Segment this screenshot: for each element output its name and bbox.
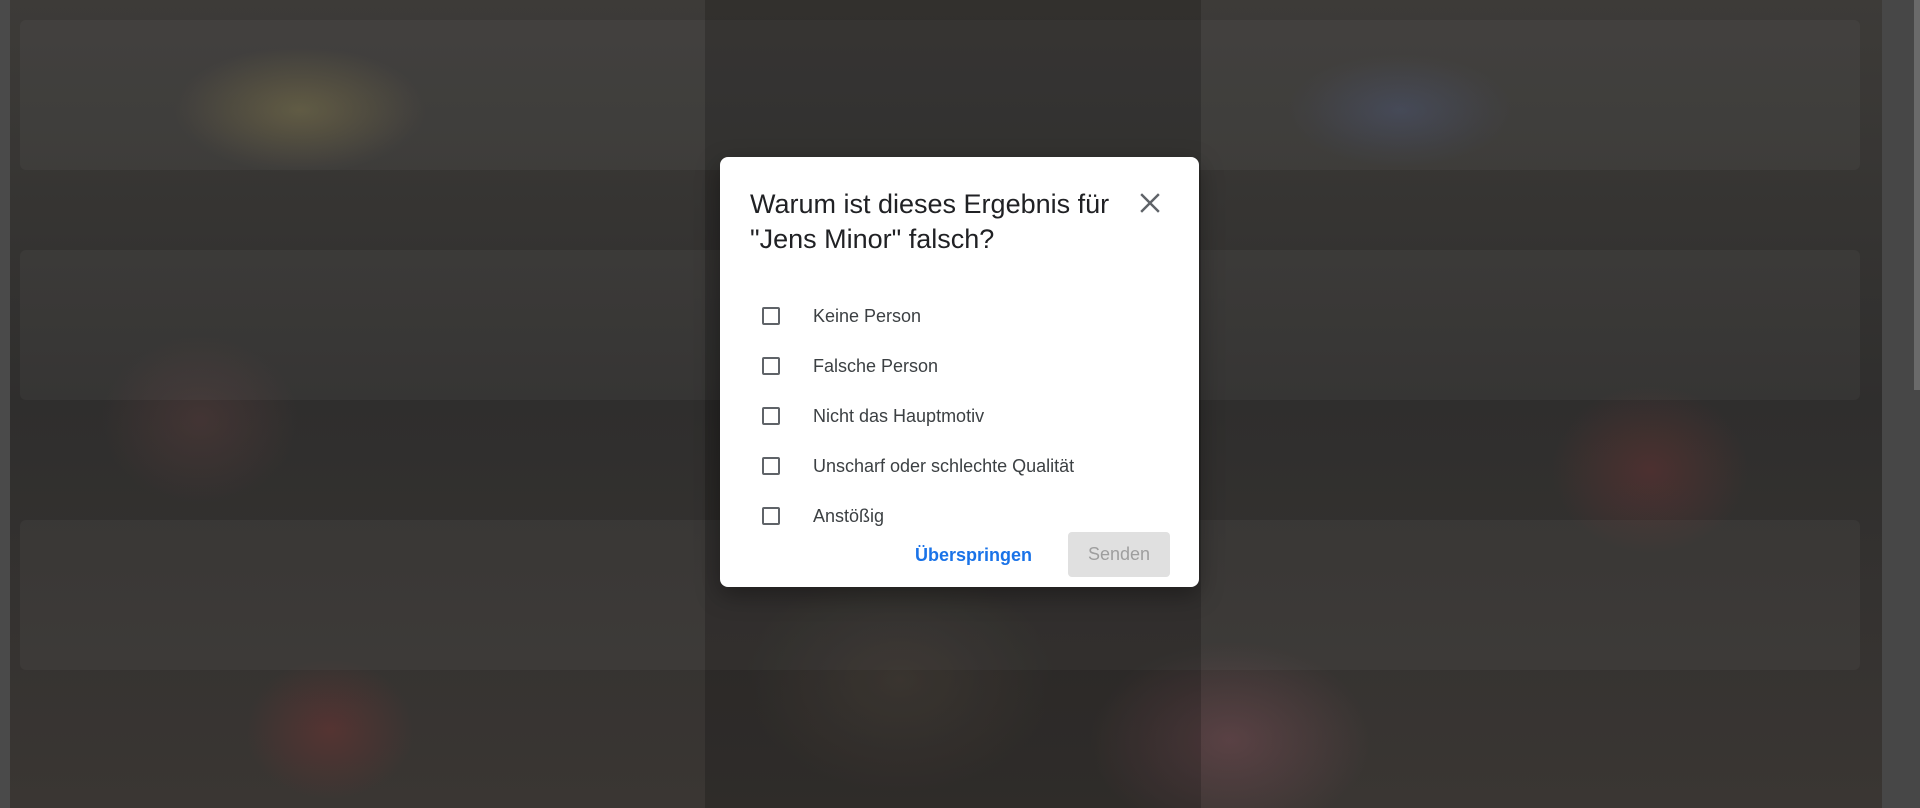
- option-label: Falsche Person: [813, 355, 939, 376]
- checkbox[interactable]: [762, 357, 780, 375]
- page-left-edge: [0, 0, 10, 808]
- reason-options-list: Keine Person Falsche Person Nicht das Ha…: [762, 291, 1074, 541]
- option-keine-person[interactable]: Keine Person: [762, 291, 1074, 341]
- option-label: Unscharf oder schlechte Qualität: [813, 455, 1075, 476]
- send-button[interactable]: Senden: [1068, 532, 1170, 577]
- checkbox[interactable]: [762, 507, 780, 525]
- feedback-dialog: Warum ist dieses Ergebnis für "Jens Mino…: [720, 157, 1199, 587]
- option-unscharf[interactable]: Unscharf oder schlechte Qualität: [762, 441, 1074, 491]
- checkbox[interactable]: [762, 457, 780, 475]
- option-nicht-das-hauptmotiv[interactable]: Nicht das Hauptmotiv: [762, 391, 1074, 441]
- close-icon: [1140, 193, 1160, 213]
- dialog-title: Warum ist dieses Ergebnis für "Jens Mino…: [750, 189, 1110, 254]
- scrollbar[interactable]: [1914, 0, 1920, 390]
- option-falsche-person[interactable]: Falsche Person: [762, 341, 1074, 391]
- option-label: Keine Person: [813, 305, 922, 326]
- close-button[interactable]: [1130, 183, 1170, 223]
- skip-button[interactable]: Überspringen: [905, 533, 1042, 577]
- option-label: Anstößig: [813, 505, 885, 526]
- checkbox[interactable]: [762, 307, 780, 325]
- option-label: Nicht das Hauptmotiv: [813, 405, 985, 426]
- checkbox[interactable]: [762, 407, 780, 425]
